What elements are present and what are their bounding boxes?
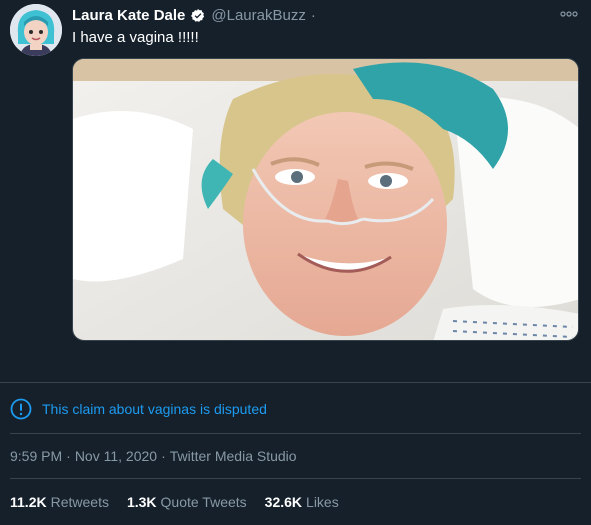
divider bbox=[10, 433, 581, 434]
header-separator: · bbox=[310, 7, 316, 24]
tweet-meta: 9:59 PM · Nov 11, 2020 · Twitter Media S… bbox=[10, 448, 297, 464]
divider bbox=[0, 382, 591, 383]
meta-separator: · bbox=[66, 448, 71, 464]
divider bbox=[10, 478, 581, 479]
tweet-text: I have a vagina !!!!! bbox=[72, 29, 199, 46]
quote-tweets-stat[interactable]: 1.3K Quote Tweets bbox=[127, 494, 247, 510]
likes-stat[interactable]: 32.6K Likes bbox=[265, 494, 339, 510]
disputed-notice-text[interactable]: This claim about vaginas is disputed bbox=[42, 401, 267, 417]
avatar-illustration bbox=[10, 4, 62, 56]
tweet-detail: Laura Kate Dale @LaurakBuzz · I have a v… bbox=[0, 0, 591, 525]
more-options-icon[interactable] bbox=[559, 8, 579, 20]
tweet-header: Laura Kate Dale @LaurakBuzz · bbox=[72, 6, 316, 26]
tweet-photo[interactable] bbox=[72, 58, 579, 341]
verified-badge-icon bbox=[191, 9, 205, 22]
user-handle[interactable]: @LaurakBuzz bbox=[211, 6, 305, 26]
avatar[interactable] bbox=[10, 4, 62, 56]
retweets-stat[interactable]: 11.2K Retweets bbox=[10, 494, 109, 510]
retweets-label: Retweets bbox=[50, 494, 109, 510]
display-name[interactable]: Laura Kate Dale bbox=[72, 6, 185, 26]
meta-separator: · bbox=[161, 448, 166, 464]
tweet-source[interactable]: Twitter Media Studio bbox=[170, 448, 297, 464]
tweet-time[interactable]: 9:59 PM bbox=[10, 448, 62, 464]
retweets-count: 11.2K bbox=[10, 494, 47, 510]
likes-count: 32.6K bbox=[264, 494, 303, 510]
exclamation-circle-icon bbox=[10, 398, 32, 420]
quote-tweets-label: Quote Tweets bbox=[160, 494, 247, 510]
quote-tweets-count: 1.3K bbox=[126, 494, 157, 510]
tweet-stats: 11.2K Retweets 1.3K Quote Tweets 32.6K Like… bbox=[10, 494, 339, 510]
likes-label: Likes bbox=[306, 494, 339, 510]
disputed-notice[interactable]: This claim about vaginas is disputed bbox=[10, 398, 267, 420]
photo-image bbox=[73, 59, 578, 340]
tweet-date[interactable]: Nov 11, 2020 bbox=[75, 448, 157, 464]
